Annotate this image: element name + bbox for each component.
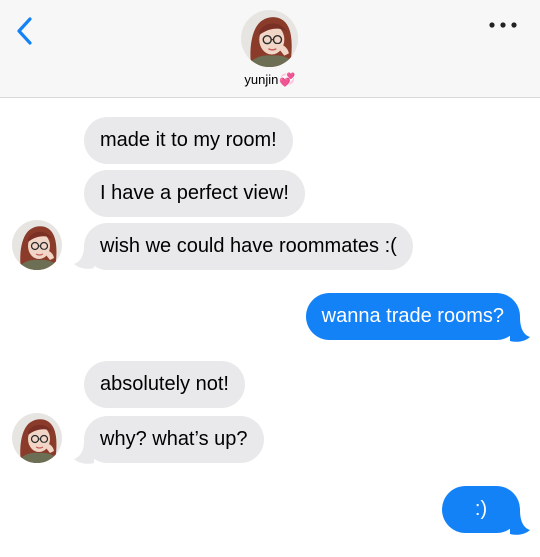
contact-name: yunjin: [244, 72, 279, 87]
contact-avatar[interactable]: [241, 10, 298, 67]
message-bubble-incoming[interactable]: why? what’s up?: [84, 416, 264, 463]
sender-avatar[interactable]: [12, 413, 62, 463]
message-bubble-incoming[interactable]: absolutely not!: [84, 361, 245, 408]
message-text: why? what’s up?: [100, 428, 248, 450]
message-text: :): [474, 498, 488, 520]
message-bubble-incoming[interactable]: I have a perfect view!: [84, 170, 305, 217]
chevron-left-icon[interactable]: [14, 16, 36, 46]
message-text: absolutely not!: [100, 373, 229, 395]
ellipsis-icon[interactable]: [488, 20, 518, 30]
message-bubble-outgoing[interactable]: wanna trade rooms?: [305, 293, 520, 340]
message-text: wanna trade rooms?: [321, 305, 504, 327]
message-bubble-incoming[interactable]: made it to my room!: [84, 117, 293, 164]
contact-name-row[interactable]: yunjin💞: [0, 72, 540, 88]
heart-emoji: 💞: [279, 72, 296, 87]
message-bubble-outgoing[interactable]: :): [442, 486, 520, 533]
message-bubble-incoming[interactable]: wish we could have roommates :(: [84, 223, 413, 270]
conversation-header: yunjin💞: [0, 0, 540, 98]
message-text: made it to my room!: [100, 129, 277, 151]
message-text: wish we could have roommates :(: [100, 235, 397, 257]
sender-avatar[interactable]: [12, 220, 62, 270]
message-text: I have a perfect view!: [100, 182, 289, 204]
